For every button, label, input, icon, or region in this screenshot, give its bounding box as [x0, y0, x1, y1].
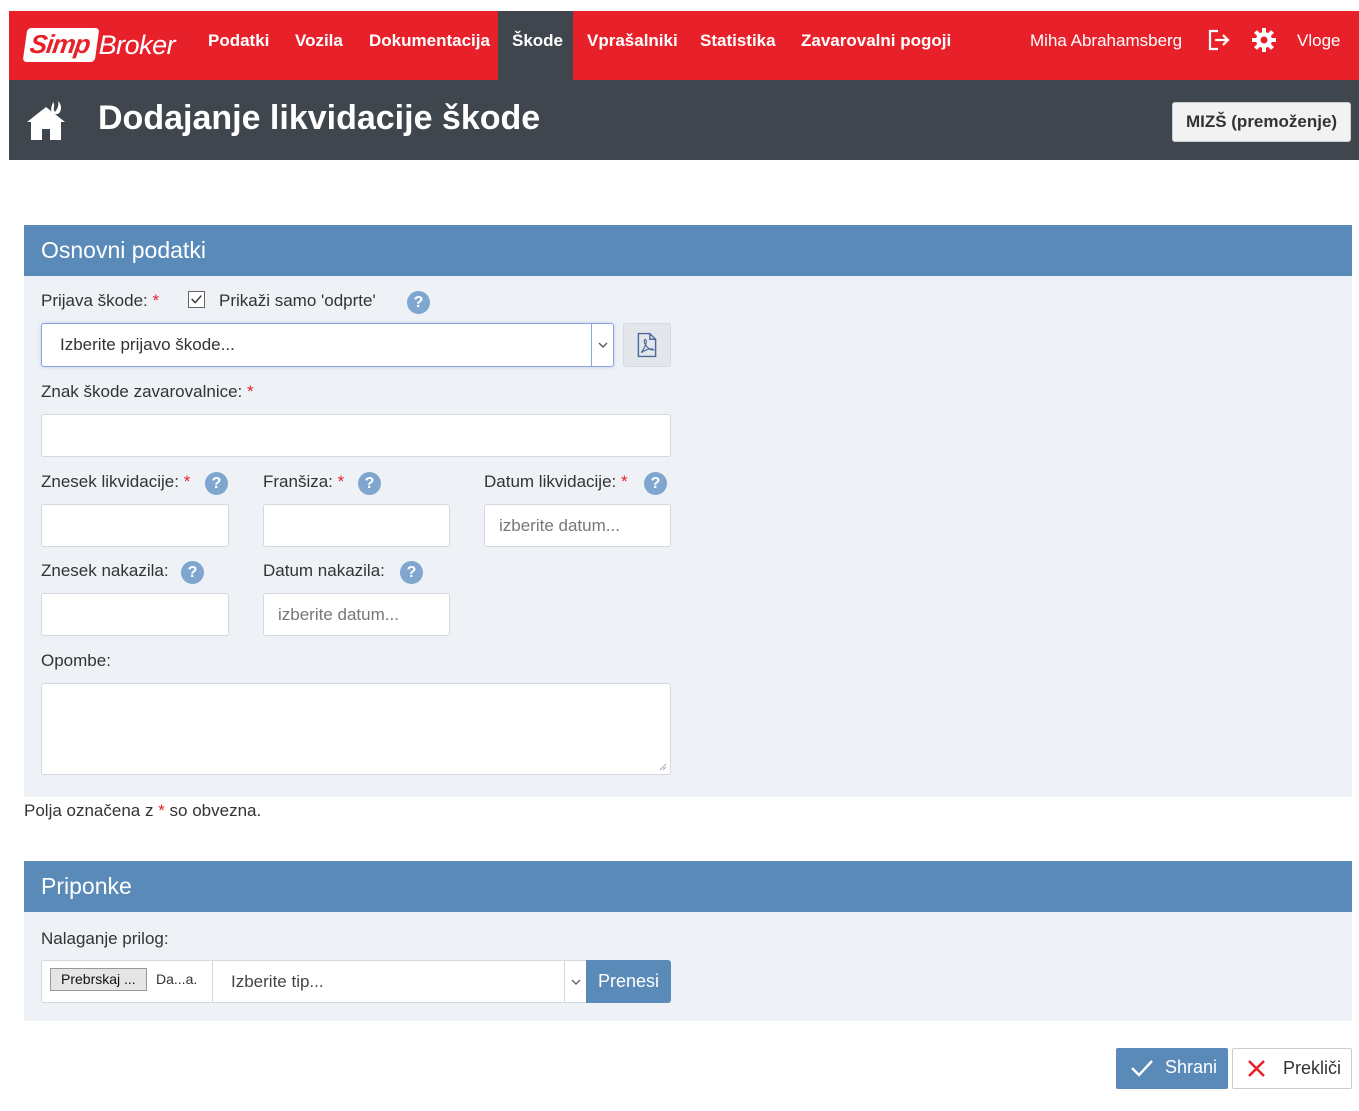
checkmark-icon	[1131, 1060, 1153, 1077]
liquidation-date-input[interactable]: izberite datum...	[484, 504, 671, 547]
context-switch-button[interactable]: MIZŠ (premoženje)	[1172, 102, 1351, 142]
roles-link[interactable]: Vloge	[1297, 11, 1340, 80]
required-mark: *	[337, 472, 345, 491]
payment-date-label: Datum nakazila:	[263, 561, 385, 580]
page-title: Dodajanje likvidacije škode	[98, 99, 541, 137]
note-text: Polja označena z	[24, 801, 159, 820]
claim-select-toggle[interactable]	[591, 324, 613, 366]
panel-title: Priponke	[24, 861, 1352, 912]
deductible-label-text: Franšiza:	[263, 472, 333, 491]
claim-select[interactable]: Izberite prijavo škode...	[41, 323, 614, 367]
notes-label: Opombe:	[41, 651, 111, 670]
page-header: Dodajanje likvidacije škode MIZŠ (premož…	[9, 80, 1359, 160]
claim-select-value: Izberite prijavo škode...	[60, 335, 235, 354]
deductible-label: Franšiza: *	[263, 472, 344, 492]
save-button[interactable]: Shrani	[1116, 1048, 1228, 1089]
help-icon[interactable]: ?	[407, 291, 430, 314]
pdf-button[interactable]	[623, 323, 671, 367]
deductible-input[interactable]	[263, 504, 450, 547]
browse-button[interactable]: Prebrskaj ...	[50, 968, 147, 991]
top-navbar: Simp Broker Podatki Vozila Dokumentacija…	[9, 11, 1359, 80]
nav-item-vprasalniki[interactable]: Vprašalniki	[573, 11, 692, 80]
liquidation-amount-label-text: Znesek likvidacije:	[41, 472, 179, 491]
attachment-type-select[interactable]: Izberite tip...	[212, 960, 587, 1003]
help-icon[interactable]: ?	[400, 561, 423, 584]
date-placeholder: izberite datum...	[499, 516, 620, 535]
cancel-button[interactable]: Prekliči	[1232, 1048, 1352, 1089]
attachment-type-toggle[interactable]	[564, 961, 586, 1002]
checkmark-icon	[191, 295, 202, 304]
nav-item-vozila[interactable]: Vozila	[281, 11, 357, 80]
claim-label: Prijava škode: *	[41, 291, 159, 311]
panel-title: Osnovni podatki	[24, 225, 1352, 276]
attachment-type-value: Izberite tip...	[231, 972, 324, 991]
gear-icon[interactable]	[1251, 27, 1277, 53]
file-name: Da...a.	[156, 971, 198, 987]
help-icon[interactable]: ?	[205, 472, 228, 495]
insurer-mark-label-text: Znak škode zavarovalnice:	[41, 382, 243, 401]
payment-amount-input[interactable]	[41, 593, 229, 636]
nav-item-dokumentacija[interactable]: Dokumentacija	[355, 11, 504, 80]
nav-item-podatki[interactable]: Podatki	[194, 11, 283, 80]
required-mark: *	[621, 472, 628, 491]
required-fields-note: Polja označena z * so obvezna.	[24, 801, 261, 821]
liquidation-amount-label: Znesek likvidacije: *	[41, 472, 190, 492]
liquidation-date-label-text: Datum likvidacije:	[484, 472, 617, 491]
only-open-label[interactable]: Prikaži samo 'odprte'	[219, 291, 376, 311]
date-placeholder: izberite datum...	[278, 605, 399, 624]
house-fire-icon	[27, 101, 65, 140]
cancel-button-label: Prekliči	[1283, 1058, 1342, 1078]
upload-label: Nalaganje prilog:	[41, 929, 169, 948]
save-button-label: Shrani	[1165, 1057, 1218, 1077]
claim-label-text: Prijava škode:	[41, 291, 148, 310]
only-open-checkbox[interactable]	[188, 291, 205, 308]
nav-item-zavarovalni-pogoji[interactable]: Zavarovalni pogoji	[787, 11, 965, 80]
help-icon[interactable]: ?	[358, 472, 381, 495]
logo-broker: Broker	[98, 29, 176, 60]
basic-data-panel: Osnovni podatki Prijava škode: * Prikaži…	[24, 225, 1352, 797]
logout-icon[interactable]	[1206, 27, 1232, 53]
attachments-panel: Priponke Nalaganje prilog: Prebrskaj ...…	[24, 861, 1352, 1021]
notes-textarea[interactable]	[41, 683, 671, 775]
payment-date-input[interactable]: izberite datum...	[263, 593, 450, 636]
liquidation-amount-input[interactable]	[41, 504, 229, 547]
app-logo[interactable]: Simp Broker	[22, 27, 176, 63]
help-icon[interactable]: ?	[181, 561, 204, 584]
help-icon[interactable]: ?	[644, 472, 667, 495]
chevron-down-icon	[571, 979, 581, 985]
required-mark: *	[152, 291, 160, 310]
upload-button[interactable]: Prenesi	[586, 960, 671, 1003]
liquidation-date-label: Datum likvidacije: *	[484, 472, 628, 492]
note-text: so obvezna.	[164, 801, 262, 820]
required-mark: *	[247, 382, 254, 401]
insurer-mark-label: Znak škode zavarovalnice: *	[41, 382, 254, 402]
required-mark: *	[158, 801, 165, 820]
resize-handle-icon[interactable]	[658, 762, 667, 771]
payment-amount-label: Znesek nakazila:	[41, 561, 169, 580]
user-name-link[interactable]: Miha Abrahamsberg	[1030, 11, 1182, 80]
nav-item-statistika[interactable]: Statistika	[686, 11, 790, 80]
nav-item-skode[interactable]: Škode	[498, 11, 573, 80]
file-input[interactable]: Prebrskaj ... Da...a.	[41, 960, 213, 1003]
required-mark: *	[183, 472, 191, 491]
pdf-file-icon	[637, 332, 657, 358]
logo-simp: Simp	[22, 28, 99, 62]
chevron-down-icon	[598, 342, 608, 348]
close-icon	[1248, 1060, 1265, 1077]
insurer-mark-input[interactable]	[41, 414, 671, 457]
